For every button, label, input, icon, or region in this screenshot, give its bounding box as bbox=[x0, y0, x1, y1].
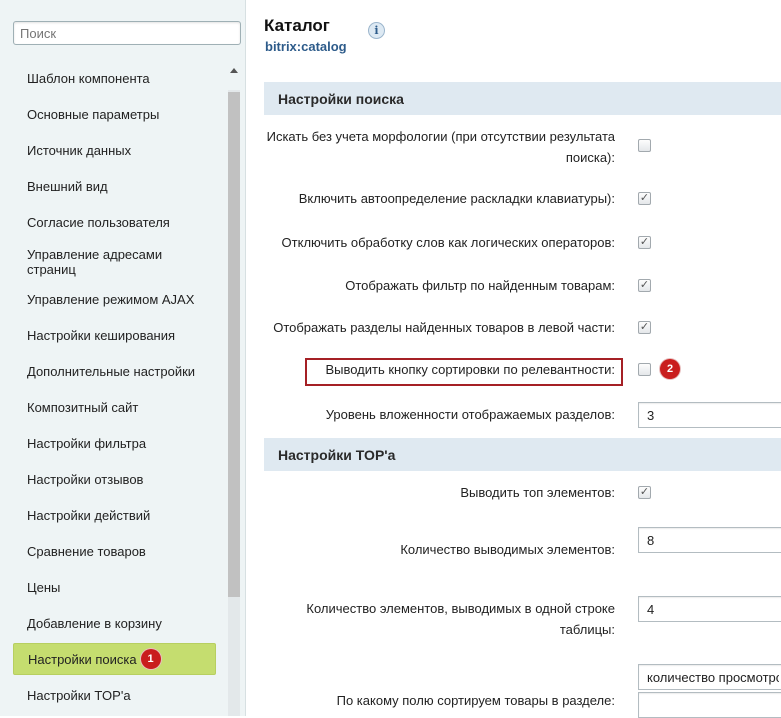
checkmark-icon: ✓ bbox=[639, 486, 650, 498]
checkmark-icon: ✓ bbox=[639, 192, 650, 204]
sort-field-select[interactable] bbox=[638, 664, 781, 690]
field-label: Выводить кнопку сортировки по релевантно… bbox=[325, 362, 615, 377]
sidebar-item-ajax-mode[interactable]: Управление режимом AJAX bbox=[13, 287, 216, 311]
scroll-up-icon[interactable] bbox=[230, 68, 238, 73]
field-label: Искать без учета морфологии (при отсутст… bbox=[266, 129, 615, 165]
sidebar-item-label: Источник данных bbox=[27, 142, 132, 158]
sidebar-item-label: Сравнение товаров bbox=[27, 543, 146, 559]
field-label: Выводить топ элементов: bbox=[460, 485, 615, 500]
info-icon[interactable]: i bbox=[368, 22, 385, 39]
step-badge: 2 bbox=[660, 359, 680, 379]
sidebar-item-template[interactable]: Шаблон компонента bbox=[13, 66, 216, 90]
found-sections-checkbox[interactable]: ✓ bbox=[638, 321, 651, 334]
sidebar-item-additional[interactable]: Дополнительные настройки bbox=[13, 359, 216, 383]
scroll-thumb[interactable] bbox=[228, 92, 240, 597]
sidebar-item-label: Настройки действий bbox=[27, 507, 151, 523]
checkmark-icon: ✓ bbox=[639, 236, 650, 248]
page-title: Каталог bbox=[264, 16, 330, 35]
field-label: Уровень вложенности отображаемых раздело… bbox=[325, 407, 615, 422]
sidebar-item-label: Дополнительные настройки bbox=[27, 363, 196, 379]
show-top-checkbox[interactable]: ✓ bbox=[638, 486, 651, 499]
sidebar-item-label: Основные параметры bbox=[27, 106, 160, 122]
sidebar-item-main-params[interactable]: Основные параметры bbox=[13, 102, 216, 126]
sidebar-item-label: Управление режимом AJAX bbox=[27, 291, 195, 307]
sidebar-item-label: Композитный сайт bbox=[27, 399, 139, 415]
field-label: Количество элементов, выводимых в одной … bbox=[306, 601, 615, 637]
sidebar-item-top-settings[interactable]: Настройки TOP'а bbox=[13, 683, 216, 707]
sidebar-item-user-consent[interactable]: Согласие пользователя bbox=[13, 210, 216, 234]
sidebar-item-data-source[interactable]: Источник данных bbox=[13, 138, 216, 162]
sidebar-item-reviews[interactable]: Настройки отзывов bbox=[13, 467, 216, 491]
field-label: Отключить обработку слов как логических … bbox=[281, 235, 615, 250]
found-filter-checkbox[interactable]: ✓ bbox=[638, 279, 651, 292]
sort-field-input[interactable] bbox=[638, 692, 781, 718]
sidebar: Шаблон компонента Основные параметры Ист… bbox=[0, 0, 246, 716]
sidebar-item-url-management[interactable]: Управление адресами страниц bbox=[13, 245, 216, 279]
sidebar-item-label: Настройки TOP'а bbox=[27, 687, 131, 703]
field-label: Количество выводимых элементов: bbox=[400, 542, 615, 557]
sidebar-item-label: Согласие пользователя bbox=[27, 214, 170, 230]
sidebar-item-filter[interactable]: Настройки фильтра bbox=[13, 431, 216, 455]
field-label: Отображать разделы найденных товаров в л… bbox=[273, 320, 615, 335]
morphology-checkbox[interactable] bbox=[638, 139, 651, 152]
step-badge: 1 bbox=[140, 649, 161, 669]
sidebar-item-label: Шаблон компонента bbox=[27, 70, 150, 86]
sidebar-item-label: Настройки поиска bbox=[28, 651, 137, 667]
field-label: Отображать фильтр по найденным товарам: bbox=[345, 278, 615, 293]
top-count-input[interactable] bbox=[638, 527, 781, 553]
keyboard-layout-checkbox[interactable]: ✓ bbox=[638, 192, 651, 205]
sidebar-item-actions[interactable]: Настройки действий bbox=[13, 503, 216, 527]
sidebar-item-search-settings[interactable]: Настройки поиска 1 bbox=[13, 643, 216, 675]
logic-operators-checkbox[interactable]: ✓ bbox=[638, 236, 651, 249]
checkmark-icon: ✓ bbox=[639, 321, 650, 333]
field-label: По какому полю сортируем товары в раздел… bbox=[336, 693, 615, 708]
section-title: Настройки TOP'а bbox=[278, 446, 396, 463]
sidebar-item-prices[interactable]: Цены bbox=[13, 575, 216, 599]
sidebar-item-compare[interactable]: Сравнение товаров bbox=[13, 539, 216, 563]
relevance-sort-checkbox[interactable] bbox=[638, 363, 651, 376]
sidebar-item-label: Настройки кеширования bbox=[27, 327, 176, 343]
sidebar-item-label: Управление адресами страниц bbox=[27, 247, 163, 277]
search-input[interactable] bbox=[13, 21, 241, 45]
field-label: Включить автоопределение раскладки клави… bbox=[298, 191, 615, 206]
component-code: bitrix:catalog bbox=[265, 39, 347, 54]
sidebar-scrollbar[interactable] bbox=[227, 62, 241, 716]
sidebar-item-label: Внешний вид bbox=[27, 178, 108, 194]
sidebar-item-appearance[interactable]: Внешний вид bbox=[13, 174, 216, 198]
sidebar-item-composite[interactable]: Композитный сайт bbox=[13, 395, 216, 419]
sidebar-item-add-to-cart[interactable]: Добавление в корзину bbox=[13, 611, 216, 635]
checkmark-icon: ✓ bbox=[639, 279, 650, 291]
section-title: Настройки поиска bbox=[278, 90, 404, 107]
sidebar-item-label: Настройки фильтра bbox=[27, 435, 147, 451]
sidebar-item-caching[interactable]: Настройки кеширования bbox=[13, 323, 216, 347]
sidebar-item-label: Цены bbox=[27, 579, 61, 595]
top-per-row-input[interactable] bbox=[638, 596, 781, 622]
section-depth-input[interactable] bbox=[638, 402, 781, 428]
sidebar-item-label: Настройки отзывов bbox=[27, 471, 144, 487]
sidebar-item-label: Добавление в корзину bbox=[27, 615, 162, 631]
section-header-top: Настройки TOP'а bbox=[264, 438, 781, 471]
section-header-search: Настройки поиска bbox=[264, 82, 781, 115]
